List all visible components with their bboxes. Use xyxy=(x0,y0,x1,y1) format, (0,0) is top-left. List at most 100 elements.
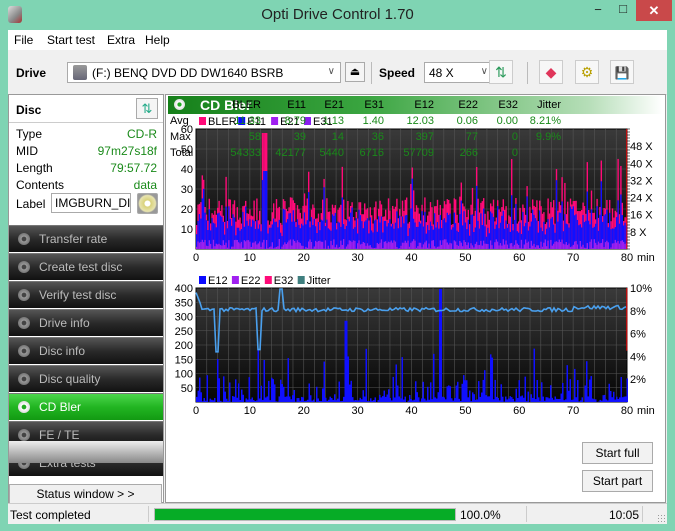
e12-bar xyxy=(322,388,324,402)
speed-label: Speed xyxy=(379,66,416,80)
e12-bar xyxy=(445,399,447,402)
e21-bar xyxy=(568,243,570,249)
legend-label: E32 xyxy=(274,275,294,287)
e12-bar xyxy=(542,396,544,402)
disc-label-button[interactable] xyxy=(137,193,158,214)
e21-bar xyxy=(495,239,497,249)
e11-bar xyxy=(541,231,544,249)
e12-bar xyxy=(517,398,519,402)
e21-bar xyxy=(460,242,462,249)
e11-bar xyxy=(308,192,310,249)
e21-bar xyxy=(424,242,426,249)
close-button[interactable]: ✕ xyxy=(636,0,672,21)
disc-refresh-button[interactable]: ⇅ xyxy=(136,98,158,119)
e12-bar xyxy=(403,399,405,402)
e21-bar xyxy=(511,242,513,249)
e21-bar xyxy=(565,242,567,249)
speed-select[interactable]: 48 X ∨ xyxy=(424,62,494,83)
e12-bar xyxy=(592,398,594,402)
divider xyxy=(642,506,643,522)
e11-bar xyxy=(341,197,343,249)
x-axis-label: min xyxy=(637,252,655,264)
e21-bar xyxy=(567,245,569,249)
speed-value: 48 X xyxy=(429,66,454,80)
settings-button[interactable]: ⚙ xyxy=(575,60,599,84)
resize-grip[interactable] xyxy=(657,514,665,522)
e21-bar xyxy=(200,241,202,249)
e21-bar xyxy=(491,245,493,249)
disc-icon xyxy=(18,429,30,441)
minimize-button[interactable]: − xyxy=(585,2,611,23)
e21-bar xyxy=(196,246,198,249)
e21-bar xyxy=(277,246,279,249)
sidebar-item-verify-test-disc[interactable]: Verify test disc xyxy=(9,281,163,308)
e11-bar xyxy=(555,180,558,249)
e21-bar xyxy=(362,241,364,249)
window-title: Opti Drive Control 1.70 xyxy=(261,6,414,23)
e12-bar xyxy=(313,399,315,402)
e21-bar xyxy=(597,241,600,249)
menu-file[interactable]: File xyxy=(14,33,33,47)
start-part-button[interactable]: Start part xyxy=(582,470,653,492)
e21-bar xyxy=(343,239,345,249)
eject-button[interactable]: ⏏ xyxy=(345,62,365,82)
sidebar-item-disc-info[interactable]: Disc info xyxy=(9,337,163,364)
e21-bar xyxy=(497,241,499,249)
e11-bar xyxy=(334,212,336,249)
sidebar-item-create-test-disc[interactable]: Create test disc xyxy=(9,253,163,280)
e12-bar xyxy=(508,398,510,402)
status-window-button[interactable]: Status window > > xyxy=(9,484,162,504)
e21-bar xyxy=(333,239,335,249)
e21-bar xyxy=(253,242,255,249)
e21-bar xyxy=(543,242,545,249)
sidebar-item-label: Disc quality xyxy=(39,372,101,386)
e12-bar xyxy=(589,379,591,402)
sidebar-item-cd-bler[interactable]: CD Bler xyxy=(9,393,163,420)
x-tick-label: 20 xyxy=(298,252,310,264)
e12-bar xyxy=(268,380,270,402)
e12-bar xyxy=(424,398,426,402)
menu-extra[interactable]: Extra xyxy=(107,33,135,47)
menu-help[interactable]: Help xyxy=(145,33,170,47)
e21-bar xyxy=(231,246,233,249)
e12-bar xyxy=(584,385,586,402)
x-tick-label: 70 xyxy=(567,252,579,264)
disc-label-input[interactable]: IMGBURN_DIS xyxy=(51,193,131,213)
e21-bar xyxy=(400,245,402,249)
sidebar-item-drive-info[interactable]: Drive info xyxy=(9,309,163,336)
erase-button[interactable]: ◆ xyxy=(539,60,563,84)
e21-bar xyxy=(285,244,287,249)
e12-bar xyxy=(545,397,547,402)
drive-select[interactable]: (F:) BENQ DVD DD DW1640 BSRB ∨ xyxy=(67,62,341,83)
e21-bar xyxy=(537,245,539,249)
e12-bar xyxy=(341,400,343,402)
e11-bar xyxy=(411,178,413,249)
e11-bar xyxy=(313,218,315,249)
e21-bar xyxy=(317,240,320,249)
sidebar-item-transfer-rate[interactable]: Transfer rate xyxy=(9,225,163,252)
status-text: Test completed xyxy=(10,508,91,522)
maximize-button[interactable]: □ xyxy=(610,1,636,22)
e12-bar xyxy=(521,395,523,402)
e21-bar xyxy=(305,246,307,249)
e12-bar xyxy=(241,389,243,402)
refresh-speed-button[interactable]: ⇅ xyxy=(489,60,513,84)
e11-bar xyxy=(329,229,331,249)
divider xyxy=(526,506,527,522)
e21-bar xyxy=(420,242,422,249)
sidebar-item-disc-quality[interactable]: Disc quality xyxy=(9,365,163,392)
e11-bar xyxy=(260,231,262,249)
e21-bar xyxy=(477,245,479,249)
e11-bar xyxy=(280,232,282,249)
y2-tick-label: 2% xyxy=(630,374,646,386)
e12-bar xyxy=(611,397,613,402)
menu-start-test[interactable]: Start test xyxy=(47,33,95,47)
y2-tick-label: 48 X xyxy=(630,141,653,153)
e21-bar xyxy=(225,242,227,249)
e21-bar xyxy=(298,242,300,249)
start-full-button[interactable]: Start full xyxy=(582,442,653,464)
e12-bar xyxy=(409,394,411,402)
save-button[interactable]: 💾 xyxy=(610,60,634,84)
e12-bar xyxy=(265,397,267,402)
x-tick-label: 40 xyxy=(405,405,417,417)
